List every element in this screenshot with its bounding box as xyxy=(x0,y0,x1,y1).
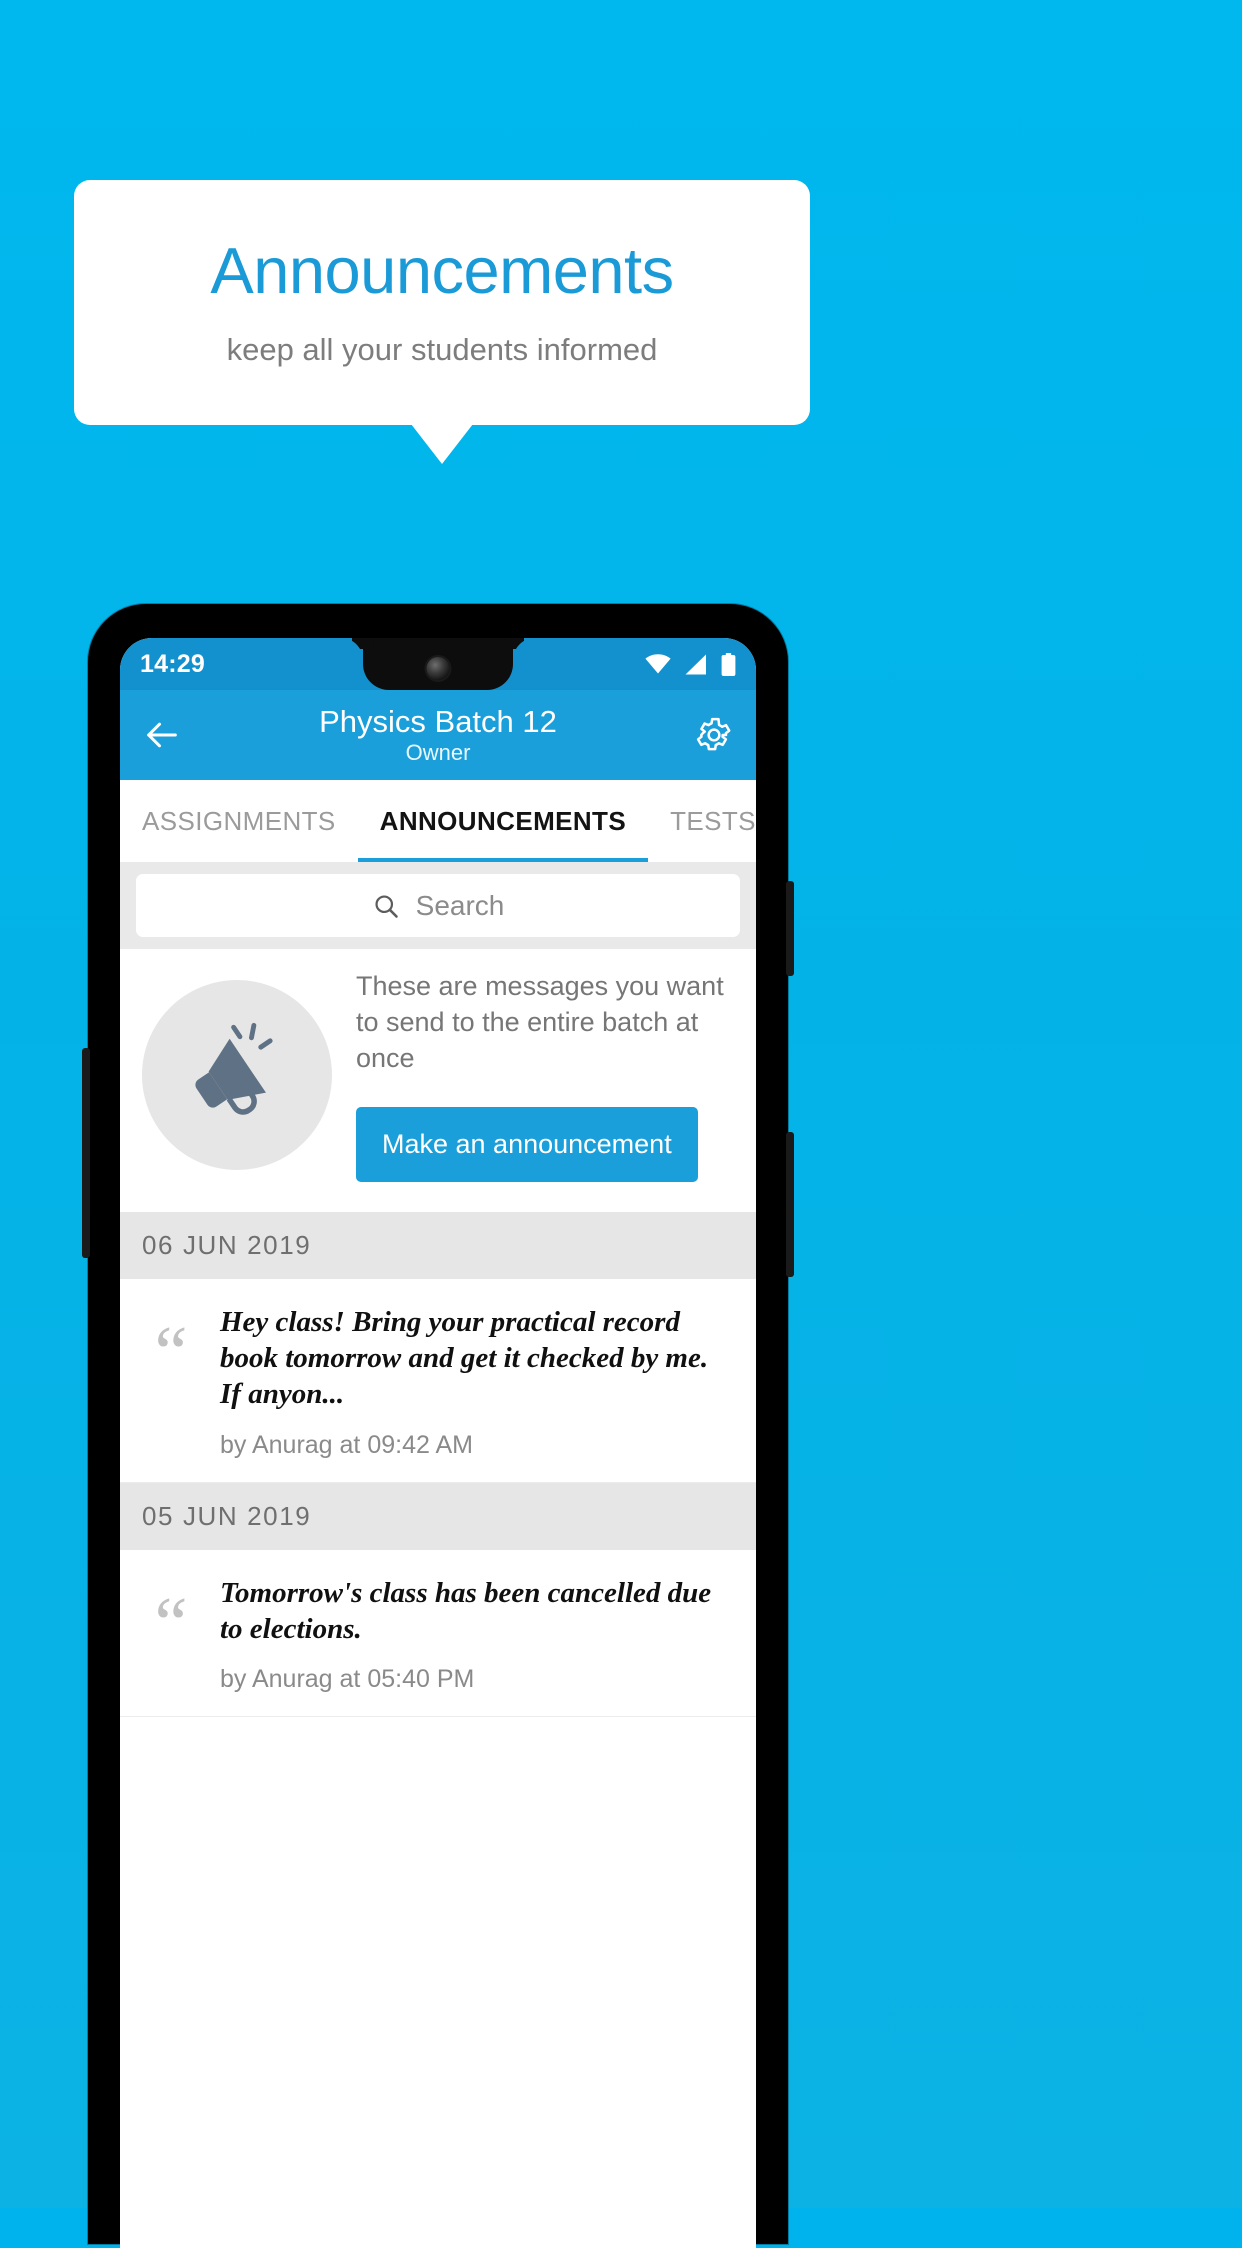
quote-icon: “ xyxy=(154,1582,188,1665)
front-camera xyxy=(426,657,450,680)
phone-frame: 14:29 Physics Batch 12 Owner ASSIGNMENTS… xyxy=(82,604,794,2248)
make-announcement-button[interactable]: Make an announcement xyxy=(356,1106,698,1182)
page-subtitle: Owner xyxy=(405,740,471,766)
page-title: Physics Batch 12 xyxy=(319,703,557,739)
app-bar-titles: Physics Batch 12 Owner xyxy=(120,704,756,767)
date-header: 05 JUN 2019 xyxy=(120,1482,756,1550)
announcement-meta: by Anurag at 09:42 AM xyxy=(220,1430,473,1459)
status-icons xyxy=(645,652,736,676)
back-arrow-icon[interactable] xyxy=(142,715,182,755)
phone-screen: 14:29 Physics Batch 12 Owner ASSIGNMENTS… xyxy=(120,638,756,2248)
announcement-row[interactable]: “ Hey class! Bring your practical record… xyxy=(120,1278,756,1483)
search-placeholder: Search xyxy=(415,889,505,921)
announcement-text: Hey class! Bring your practical record b… xyxy=(220,1305,709,1410)
tab-tests[interactable]: TESTS xyxy=(648,806,756,837)
phone-power-button xyxy=(786,881,794,976)
announcement-empty-state: These are messages you want to send to t… xyxy=(120,949,756,1212)
promo-bubble-tail xyxy=(411,424,473,464)
announcement-row[interactable]: “ Tomorrow's class has been cancelled du… xyxy=(120,1549,756,1718)
announcement-text: Tomorrow's class has been cancelled due … xyxy=(220,1576,712,1645)
announcement-body: Tomorrow's class has been cancelled due … xyxy=(220,1576,734,1695)
phone-volume-buttons xyxy=(82,1048,90,1258)
tab-assignments[interactable]: ASSIGNMENTS xyxy=(120,806,358,837)
megaphone-icon-circle xyxy=(142,980,332,1171)
empty-state-description: These are messages you want to send to t… xyxy=(356,971,724,1073)
date-header: 06 JUN 2019 xyxy=(120,1211,756,1279)
megaphone-icon xyxy=(185,1021,289,1130)
search-container: Search xyxy=(120,862,756,949)
wifi-icon xyxy=(645,654,671,674)
quote-icon: “ xyxy=(154,1311,188,1394)
announcement-meta: by Anurag at 05:40 PM xyxy=(220,1665,475,1694)
tab-announcements[interactable]: ANNOUNCEMENTS xyxy=(358,806,648,837)
phone-side-button xyxy=(786,1132,794,1277)
tab-active-indicator xyxy=(358,858,648,862)
promo-title: Announcements xyxy=(210,234,674,308)
tab-bar[interactable]: ASSIGNMENTS ANNOUNCEMENTS TESTS \ xyxy=(120,780,756,862)
search-icon xyxy=(372,892,400,920)
promo-bubble: Announcements keep all your students inf… xyxy=(74,180,810,425)
promo-subtitle: keep all your students informed xyxy=(226,331,658,367)
empty-state-right: These are messages you want to send to t… xyxy=(356,969,734,1182)
battery-icon xyxy=(721,652,736,676)
announcement-body: Hey class! Bring your practical record b… xyxy=(220,1305,734,1460)
phone-notch xyxy=(363,638,513,690)
signal-icon xyxy=(684,654,708,675)
gear-icon[interactable] xyxy=(694,715,734,755)
status-time: 14:29 xyxy=(140,649,205,678)
app-bar: Physics Batch 12 Owner xyxy=(120,690,756,780)
search-input[interactable]: Search xyxy=(136,874,740,937)
